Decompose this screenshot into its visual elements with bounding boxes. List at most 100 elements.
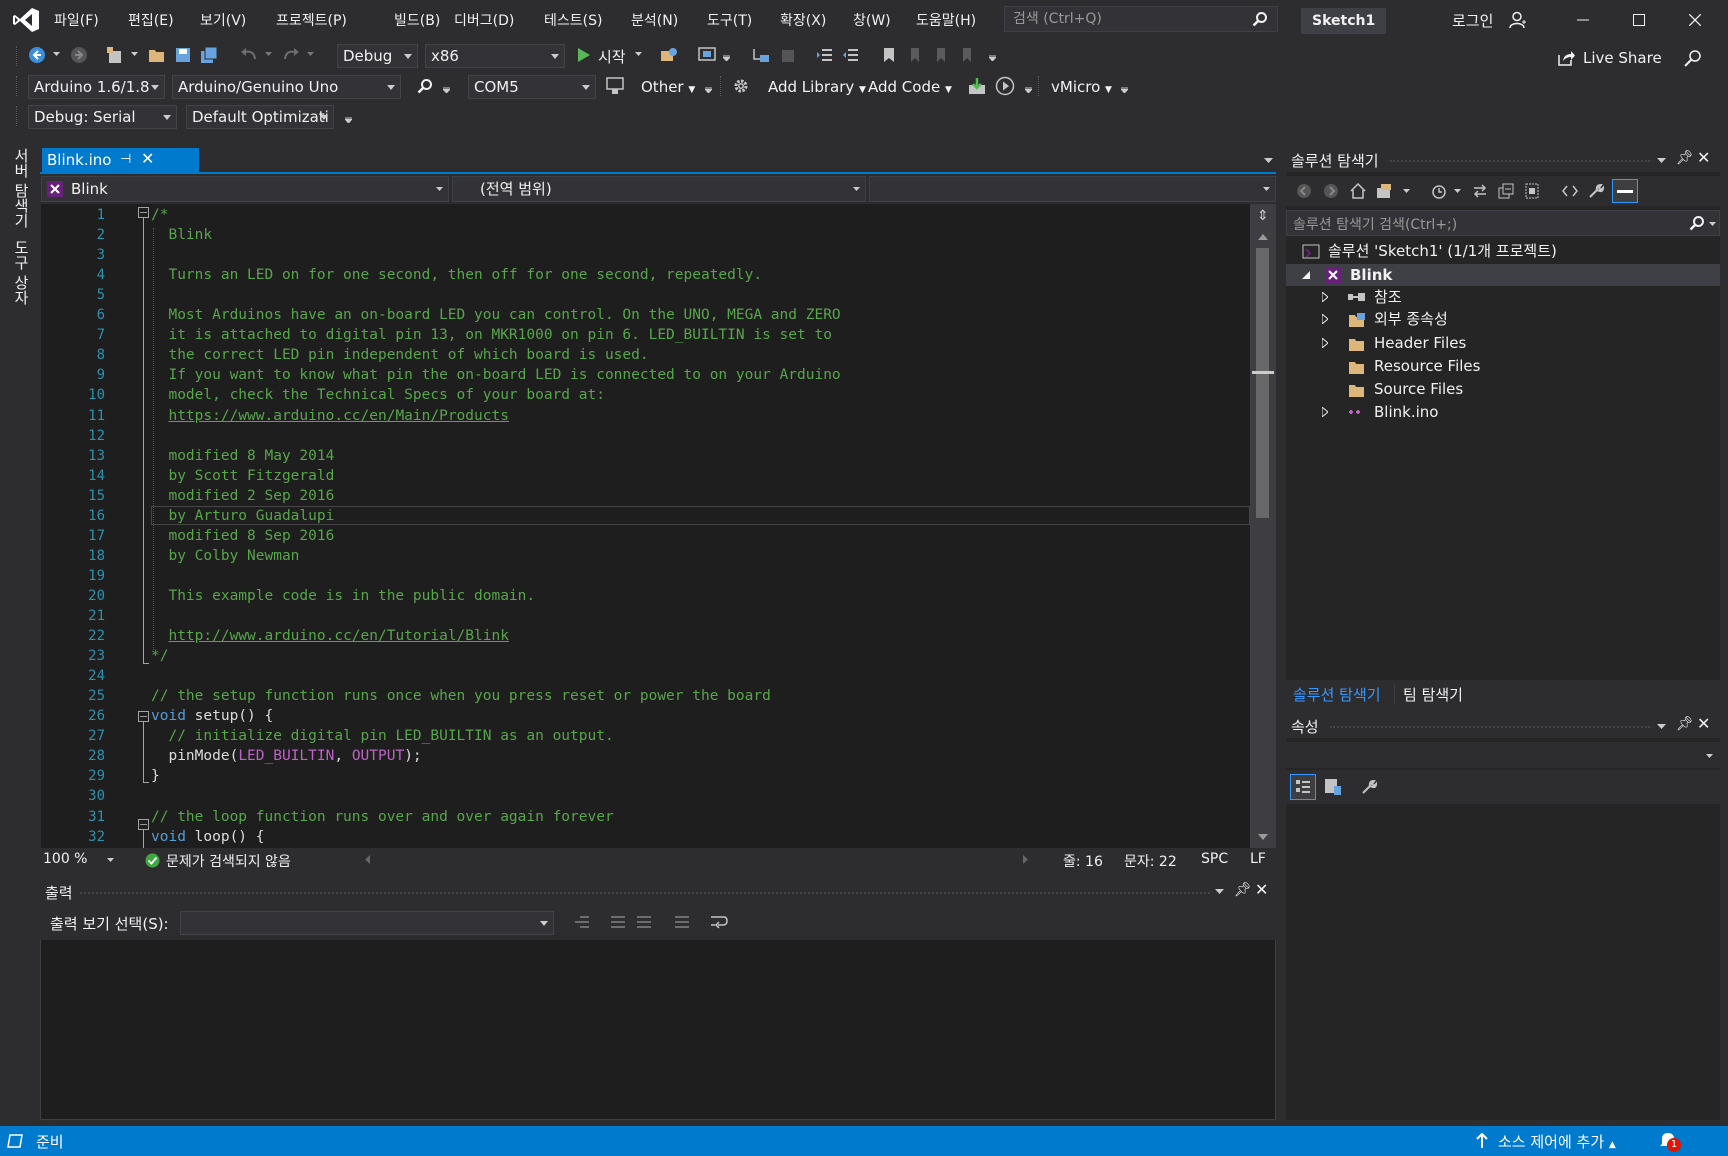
login-link[interactable]: 로그인: [1452, 10, 1493, 31]
indent-icon[interactable]: [814, 44, 836, 66]
step-out-icon[interactable]: [776, 44, 798, 66]
tree-item-source-files[interactable]: Source Files: [1318, 378, 1698, 400]
code-line[interactable]: void loop() {: [151, 829, 265, 845]
chevron-down-icon[interactable]: [1453, 188, 1461, 194]
toolbar-overflow-icon[interactable]: [988, 54, 996, 62]
code-line[interactable]: void setup() {: [151, 708, 273, 724]
find-message-icon[interactable]: [572, 912, 592, 932]
gear-icon[interactable]: [730, 75, 752, 97]
menu-item-2[interactable]: 보기(V): [196, 0, 250, 40]
prev-bookmark-icon[interactable]: [904, 44, 926, 66]
tree-item-external-dependencies[interactable]: 외부 종속성: [1318, 308, 1698, 330]
optimization-select[interactable]: Default Optimizati: [186, 105, 334, 129]
chevron-down-icon[interactable]: [1024, 86, 1032, 94]
code-link[interactable]: https://www.arduino.cc/en/Main/Products: [168, 408, 508, 424]
run-circle-icon[interactable]: [994, 75, 1016, 97]
code-line[interactable]: modified 8 May 2014: [151, 448, 334, 464]
screen-icon[interactable]: [696, 44, 718, 66]
outdent-icon[interactable]: [840, 44, 862, 66]
board-select[interactable]: Arduino/Genuino Uno: [172, 75, 401, 99]
close-icon[interactable]: ✕: [141, 147, 154, 171]
editor-vertical-scrollbar[interactable]: ⇕: [1250, 204, 1276, 848]
code-line[interactable]: // the setup function runs once when you…: [151, 688, 771, 704]
server-explorer-tab[interactable]: 서버 탐색기: [12, 148, 32, 228]
code-line[interactable]: model, check the Technical Specs of your…: [151, 387, 605, 403]
fold-toggle[interactable]: −: [138, 819, 149, 830]
search-board-icon[interactable]: [414, 75, 436, 97]
output-source-select[interactable]: [180, 911, 554, 935]
toolbar-overflow-icon[interactable]: [1120, 86, 1128, 94]
code-line[interactable]: by Arturo Guadalupi: [151, 508, 334, 524]
toolbox-tab[interactable]: 도구 상자: [12, 240, 32, 305]
next-bookmark-icon[interactable]: [930, 44, 952, 66]
panel-menu-dropdown[interactable]: [1657, 724, 1666, 729]
forward-icon[interactable]: [1321, 181, 1341, 201]
menu-item-8[interactable]: 도구(T): [703, 0, 756, 40]
scope-nav-dropdown[interactable]: (전역 범위): [452, 176, 866, 202]
scroll-thumb[interactable]: [1256, 248, 1269, 518]
tab-solution-explorer[interactable]: 솔루션 탐색기: [1293, 684, 1381, 705]
code-line[interactable]: This example code is in the public domai…: [151, 588, 535, 604]
panel-menu-dropdown[interactable]: [1215, 889, 1224, 894]
view-code-icon[interactable]: [1560, 181, 1580, 201]
whitespace-status[interactable]: SPC: [1201, 851, 1228, 867]
code-line[interactable]: by Scott Fitzgerald: [151, 468, 334, 484]
code-line[interactable]: Most Arduinos have an on-board LED you c…: [151, 307, 840, 323]
new-project-icon[interactable]: [104, 44, 126, 66]
code-line[interactable]: */: [151, 648, 168, 664]
hscroll-left-arrow[interactable]: [365, 855, 370, 864]
feedback-icon[interactable]: [1682, 47, 1704, 69]
minimize-button[interactable]: [1555, 0, 1611, 40]
code-line[interactable]: modified 8 Sep 2016: [151, 528, 334, 544]
arduino-ide-version-select[interactable]: Arduino 1.6/1.8: [28, 75, 165, 99]
save-all-icon[interactable]: [198, 44, 220, 66]
collapse-all-icon[interactable]: [1496, 181, 1516, 201]
issues-status[interactable]: 문제가 검색되지 않음: [166, 851, 291, 871]
menu-item-9[interactable]: 확장(X): [776, 0, 830, 40]
tab-team-explorer[interactable]: 팀 탐색기: [1403, 684, 1463, 705]
add-library-menu[interactable]: Add Library ▼: [768, 78, 866, 96]
next-message-icon[interactable]: [634, 912, 654, 932]
collapsed-arrow-icon[interactable]: [1322, 292, 1328, 302]
other-menu[interactable]: Other ▼: [641, 78, 695, 96]
pin-icon[interactable]: ⊣: [120, 148, 131, 172]
scroll-up-arrow[interactable]: [1258, 234, 1268, 240]
properties-object-select[interactable]: [1286, 742, 1720, 768]
save-icon[interactable]: [172, 44, 194, 66]
serial-monitor-icon[interactable]: [604, 75, 626, 97]
member-nav-dropdown[interactable]: [869, 176, 1276, 202]
play-icon[interactable]: [574, 45, 594, 65]
code-line[interactable]: /*: [151, 207, 168, 223]
maximize-button[interactable]: [1611, 0, 1667, 40]
bookmark-icon[interactable]: [878, 44, 900, 66]
tab-blink-ino[interactable]: Blink.ino ⊣ ✕: [42, 148, 199, 172]
search-icon[interactable]: [1689, 215, 1705, 231]
pin-icon[interactable]: 📌︎: [1676, 150, 1694, 166]
code-line[interactable]: modified 2 Sep 2016: [151, 488, 334, 504]
show-all-files-icon[interactable]: [1522, 181, 1542, 201]
word-wrap-icon[interactable]: [708, 912, 730, 932]
chevron-down-icon[interactable]: [130, 50, 138, 58]
project-nav-dropdown[interactable]: Blink: [41, 176, 449, 202]
code-line[interactable]: // initialize digital pin LED_BUILTIN as…: [151, 728, 613, 744]
tab-list-dropdown[interactable]: [1264, 158, 1273, 163]
pin-icon[interactable]: 📌︎: [1676, 716, 1694, 732]
search-icon[interactable]: [1250, 9, 1270, 29]
solution-node[interactable]: 솔루션 'Sketch1' (1/1개 프로젝트): [1302, 240, 1702, 262]
property-pages-icon[interactable]: [1356, 774, 1382, 800]
code-editor[interactable]: − − − 1 /* 2 Blink 3 4 Turns an LED on for o…: [41, 204, 1250, 848]
menu-item-7[interactable]: 분석(N): [627, 0, 682, 40]
hscroll-right-arrow[interactable]: [1023, 855, 1028, 864]
upload-icon[interactable]: [966, 75, 988, 97]
expanded-arrow-icon[interactable]: [1302, 271, 1310, 279]
collapsed-arrow-icon[interactable]: [1322, 338, 1328, 348]
start-button[interactable]: 시작: [598, 46, 626, 67]
tree-item-resource-files[interactable]: Resource Files: [1318, 355, 1698, 377]
chevron-down-icon[interactable]: [306, 50, 314, 58]
line-ending-status[interactable]: LF: [1250, 851, 1266, 867]
zoom-select[interactable]: 100 %: [43, 851, 114, 867]
live-share-icon[interactable]: [1556, 48, 1576, 68]
close-icon[interactable]: ✕: [1697, 148, 1710, 167]
code-line[interactable]: }: [151, 768, 160, 784]
menu-item-5[interactable]: 디버그(D): [450, 0, 518, 40]
